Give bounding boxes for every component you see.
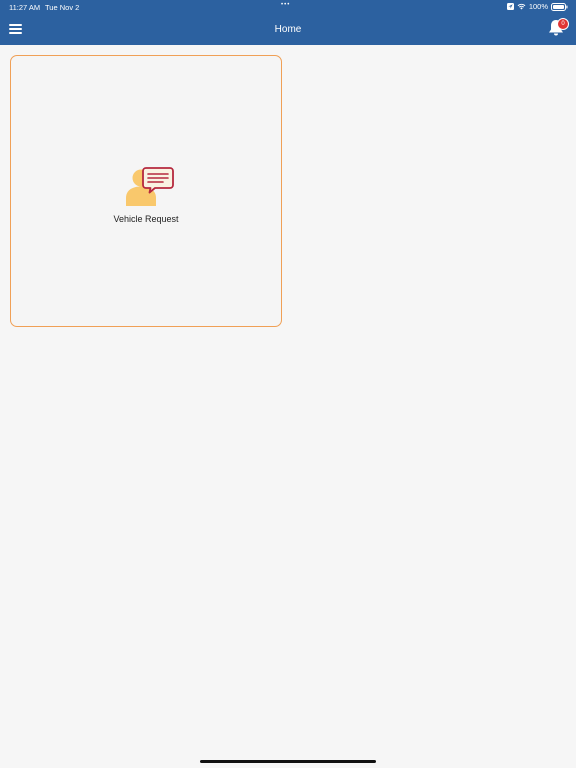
app-header: 11:27 AM Tue Nov 2 ••• 100% Home 0: [0, 0, 576, 45]
status-date: Tue Nov 2: [45, 3, 80, 12]
notification-badge: 0: [557, 18, 569, 30]
multitasking-dots[interactable]: •••: [281, 2, 290, 8]
person-chat-icon: [126, 167, 174, 206]
location-icon: [506, 3, 514, 10]
status-time: 11:27 AM: [9, 3, 41, 12]
notifications-button[interactable]: 0: [546, 16, 569, 38]
status-bar: 11:27 AM Tue Nov 2 ••• 100%: [0, 0, 576, 14]
wifi-icon: [517, 3, 526, 10]
tile-label: Vehicle Request: [113, 214, 179, 224]
home-indicator[interactable]: [200, 760, 376, 763]
nav-bar: Home 0: [0, 14, 576, 45]
battery-percent: 100%: [528, 2, 548, 11]
status-indicators: 100%: [506, 2, 568, 11]
battery-icon: [551, 2, 568, 11]
page-title: Home: [274, 24, 302, 35]
tile-vehicle-request[interactable]: Vehicle Request: [10, 55, 282, 327]
